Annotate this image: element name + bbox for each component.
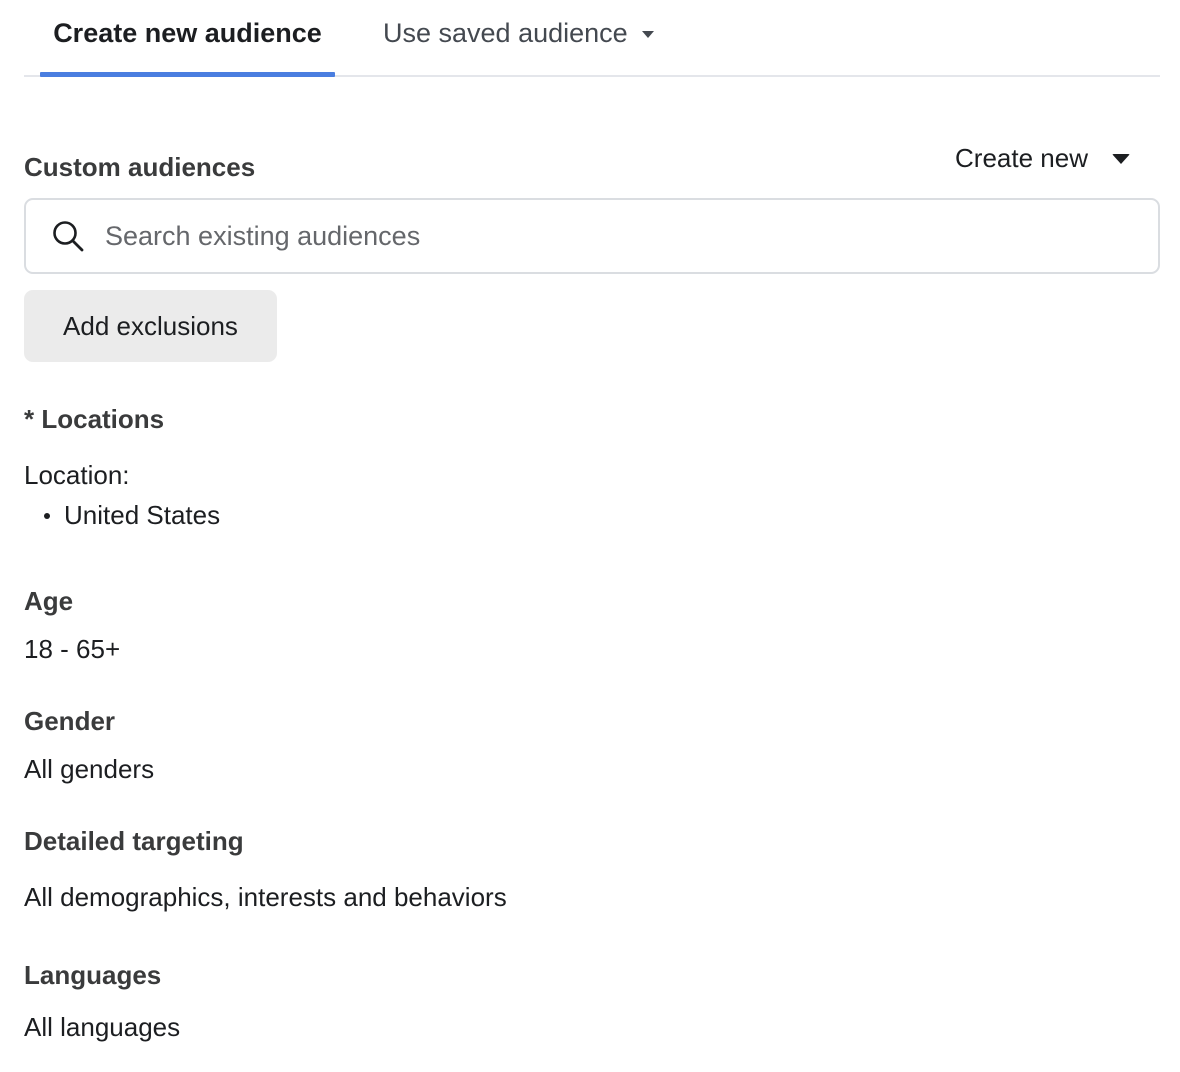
audience-search-box[interactable]: [24, 198, 1160, 274]
languages-value: All languages: [24, 1012, 181, 1042]
gender-label: Gender: [24, 706, 116, 736]
add-exclusions-button[interactable]: Add exclusions: [24, 290, 277, 362]
create-new-label: Create new: [955, 142, 1088, 173]
tab-use-saved-audience[interactable]: Use saved audience: [383, 0, 654, 75]
gender-value: All genders: [24, 754, 155, 784]
active-tab-indicator: [40, 72, 335, 77]
tab-create-new-audience[interactable]: Create new audience: [40, 0, 335, 77]
detailed-targeting-value: All demographics, interests and behavior…: [24, 882, 507, 912]
bullet-icon: [44, 512, 50, 519]
age-value: 18 - 65+: [24, 634, 121, 664]
create-new-dropdown[interactable]: Create new: [955, 140, 1130, 176]
audience-panel: Create new audience Use saved audience C…: [24, 0, 1160, 1072]
location-list: United States: [24, 500, 220, 531]
chevron-down-icon: [641, 31, 654, 38]
tab-use-saved-audience-label: Use saved audience: [383, 18, 628, 48]
search-icon: [53, 221, 84, 252]
add-exclusions-label: Add exclusions: [63, 310, 238, 341]
location-item-label: United States: [64, 500, 221, 530]
search-input[interactable]: [105, 220, 1105, 252]
audience-tabs: Create new audience Use saved audience: [24, 0, 1160, 77]
age-label: Age: [24, 586, 74, 616]
custom-audiences-label: Custom audiences: [24, 152, 256, 182]
tab-create-new-audience-label: Create new audience: [53, 18, 322, 48]
caret-down-icon: [1112, 154, 1130, 164]
languages-label: Languages: [24, 960, 162, 990]
detailed-targeting-label: Detailed targeting: [24, 826, 244, 856]
locations-label: * Locations: [24, 404, 165, 434]
list-item: United States: [24, 500, 220, 531]
location-sub-label: Location:: [24, 460, 130, 490]
